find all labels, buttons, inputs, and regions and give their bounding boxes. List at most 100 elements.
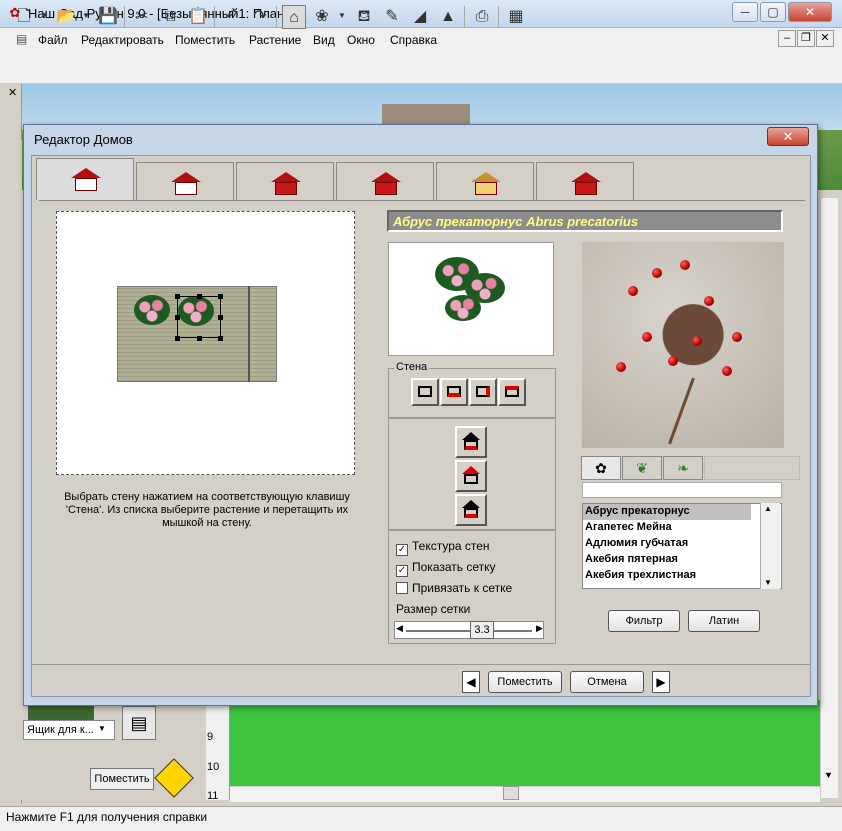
flower-icon[interactable]: ❀ <box>310 5 334 29</box>
list-item[interactable]: Адлюмия губчатая <box>583 536 751 552</box>
house-editor-icon[interactable]: ⌂ <box>282 5 306 29</box>
menu-file[interactable]: Файл <box>38 33 68 47</box>
prev-arrow-button[interactable]: ◀ <box>462 671 480 693</box>
resize-handle[interactable] <box>197 294 202 299</box>
close-button[interactable]: ✕ <box>788 2 832 22</box>
open-icon[interactable]: 📂 <box>54 5 78 29</box>
tab-house-walls[interactable] <box>236 162 334 200</box>
stairs-icon[interactable]: ▤ <box>122 706 156 740</box>
latin-button[interactable]: Латин <box>688 610 760 632</box>
list-item[interactable]: Акебия пятерная <box>583 552 751 568</box>
save-icon[interactable]: 💾 <box>96 5 120 29</box>
scroll-down-icon[interactable]: ▼ <box>764 578 772 587</box>
menu-plant[interactable]: Растение <box>249 33 301 47</box>
tab-divider <box>39 200 805 201</box>
print-icon[interactable]: ⎙ <box>470 5 494 29</box>
mdi-close-button[interactable]: ✕ <box>816 30 834 47</box>
slider-right-arrow[interactable]: ▶ <box>536 623 543 634</box>
resize-handle[interactable] <box>218 336 223 341</box>
tab-house-dimensions[interactable] <box>36 158 134 200</box>
roof-bottom-wall <box>464 508 478 518</box>
scroll-up-icon[interactable]: ▲ <box>764 504 772 513</box>
roof-bottom-icon <box>462 500 480 508</box>
minimize-button[interactable]: ─ <box>732 2 758 22</box>
resize-handle[interactable] <box>175 294 180 299</box>
instruction-text: Выбрать стену нажатием на соответствующу… <box>64 491 350 529</box>
maximize-button[interactable]: ▢ <box>760 2 786 22</box>
plan-canvas[interactable] <box>206 700 820 796</box>
place-object-button[interactable]: Поместить <box>90 768 154 790</box>
plant-on-wall[interactable] <box>134 295 170 325</box>
notes-icon[interactable]: ✎ <box>380 5 404 29</box>
show-grid-check[interactable]: ✓ <box>396 565 408 577</box>
calculator-icon[interactable]: ▦ <box>504 5 528 29</box>
copy-icon[interactable]: ⧉ <box>158 5 182 29</box>
watering-can-icon[interactable]: ⛾ <box>352 5 376 29</box>
dock-close-icon[interactable]: ✕ <box>8 86 17 99</box>
roof-top-button[interactable] <box>455 426 487 458</box>
resize-handle[interactable] <box>218 294 223 299</box>
cancel-button[interactable]: Отмена <box>570 671 644 693</box>
vertical-scrollbar[interactable] <box>820 198 838 798</box>
wall-texture-check[interactable]: ✓ <box>396 544 408 556</box>
dialog-close-button[interactable]: ✕ <box>767 127 809 146</box>
plant-list-scrollbar[interactable] <box>760 503 780 589</box>
menu-help[interactable]: Справка <box>390 33 437 47</box>
list-item[interactable]: Абрус прекаторнус <box>583 504 751 520</box>
tab-house-preview[interactable] <box>536 162 634 200</box>
paste-icon[interactable]: 📋 <box>186 5 210 29</box>
wall-front-button[interactable] <box>440 378 468 406</box>
wall-left-button[interactable] <box>411 378 439 406</box>
menu-place[interactable]: Поместить <box>175 33 235 47</box>
plant-type-tab-strip <box>704 456 800 480</box>
snap-grid-check[interactable] <box>396 582 408 594</box>
mdi-restore-button[interactable]: ❐ <box>797 30 815 47</box>
chevron-down-icon[interactable]: ▼ <box>98 724 106 733</box>
tree-icon[interactable]: ▲ <box>436 5 460 29</box>
resize-handle[interactable] <box>175 315 180 320</box>
wall-texture-checkbox[interactable]: ✓ Текстура стен <box>396 539 490 556</box>
house-plants-icon <box>471 172 501 196</box>
open-dropdown-arrow[interactable]: ▼ <box>82 11 90 20</box>
place-button[interactable]: Поместить <box>488 671 562 693</box>
snap-grid-checkbox[interactable]: Привязать к сетке <box>396 581 512 595</box>
wall-right-button[interactable] <box>469 378 497 406</box>
menu-edit[interactable]: Редактировать <box>81 33 164 47</box>
undo-icon[interactable]: ↶ <box>220 5 244 29</box>
plant-photo-berry <box>668 356 678 366</box>
plant-type-flower-tab[interactable]: ✿ <box>581 456 621 480</box>
mdi-doc-icon: ▤ <box>16 32 28 46</box>
menu-window[interactable]: Окно <box>347 33 375 47</box>
plant-photo <box>582 242 784 448</box>
scroll-down-icon[interactable]: ▼ <box>824 770 833 780</box>
terrain-icon[interactable]: ◢ <box>408 5 432 29</box>
flower-dropdown-arrow[interactable]: ▼ <box>338 11 346 20</box>
horizontal-scroll-thumb[interactable] <box>503 786 519 800</box>
tab-house-roof[interactable] <box>136 162 234 200</box>
grid-size-value[interactable]: 3.3 <box>470 621 494 639</box>
cut-icon[interactable]: ✂ <box>130 5 154 29</box>
list-item[interactable]: Акебия трехлистная <box>583 568 751 584</box>
redo-icon[interactable]: ↷ <box>248 5 272 29</box>
resize-handle[interactable] <box>175 336 180 341</box>
resize-handle[interactable] <box>197 336 202 341</box>
mdi-minimize-button[interactable]: – <box>778 30 796 47</box>
roof-bottom-button[interactable] <box>455 494 487 526</box>
plant-type-vine-tab[interactable]: ❦ <box>622 456 662 480</box>
menu-view[interactable]: Вид <box>313 33 335 47</box>
list-item[interactable]: Агапетес Мейна <box>583 520 751 536</box>
show-grid-checkbox[interactable]: ✓ Показать сетку <box>396 560 496 577</box>
filter-button[interactable]: Фильтр <box>608 610 680 632</box>
slider-left-arrow[interactable]: ◀ <box>396 623 403 634</box>
resize-handle[interactable] <box>218 315 223 320</box>
new-icon[interactable]: 🗋 <box>12 5 36 29</box>
plant-type-leaf-tab[interactable]: ❧ <box>663 456 703 480</box>
wall-back-button[interactable] <box>498 378 526 406</box>
tab-house-plants[interactable] <box>436 162 534 200</box>
new-dropdown-arrow[interactable]: ▼ <box>40 11 48 20</box>
tab-house-windows[interactable] <box>336 162 434 200</box>
horizontal-scrollbar[interactable] <box>230 786 820 802</box>
plant-search-input[interactable] <box>582 482 782 498</box>
roof-middle-button[interactable] <box>455 460 487 492</box>
next-arrow-button[interactable]: ▶ <box>652 671 670 693</box>
